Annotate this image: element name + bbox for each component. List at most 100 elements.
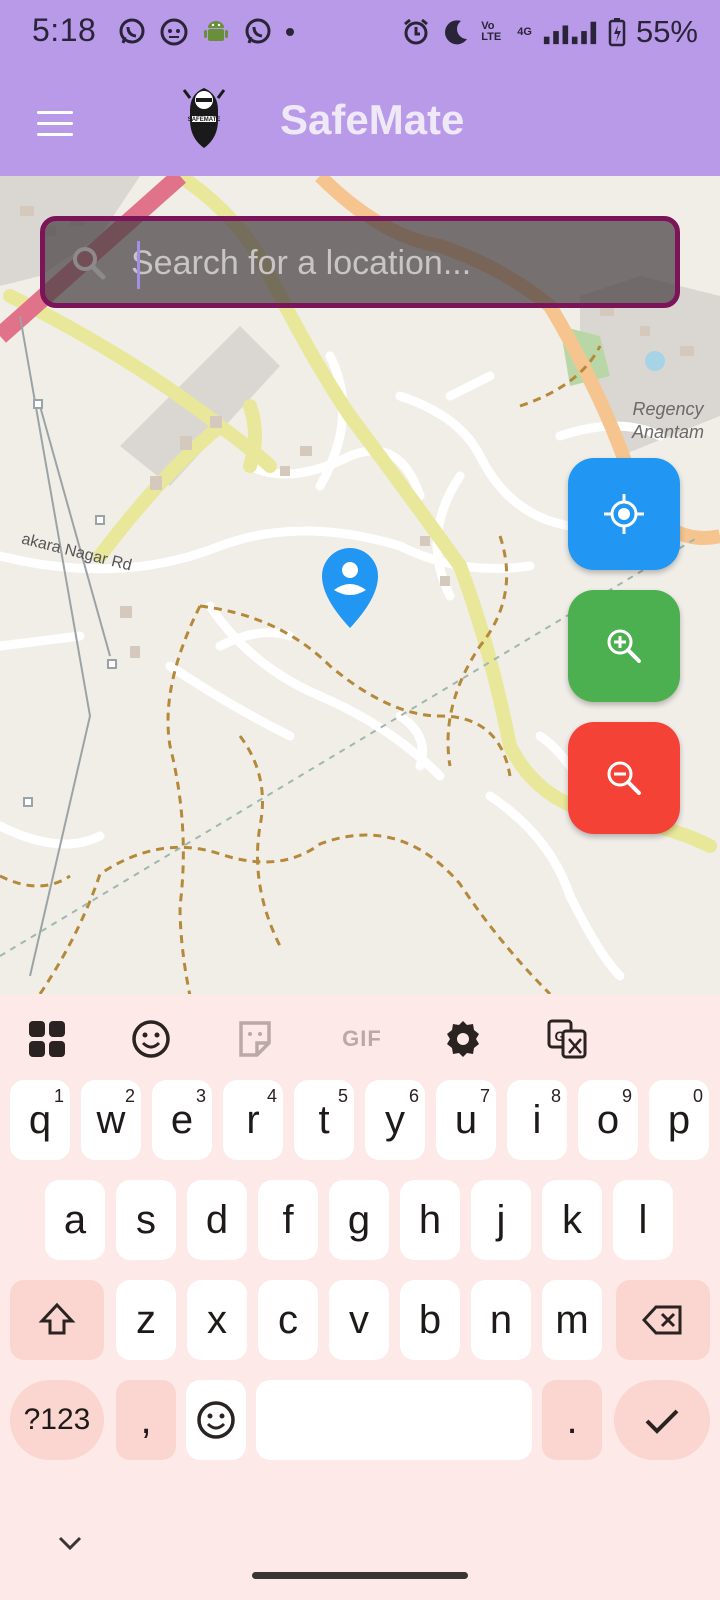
- key-m[interactable]: m: [542, 1280, 602, 1360]
- system-icons: Vo LTE 4G 55%: [401, 14, 698, 50]
- my-location-button[interactable]: [568, 458, 680, 570]
- key-u[interactable]: u7: [436, 1080, 496, 1160]
- game-controller-icon: [160, 18, 188, 46]
- key-n[interactable]: n: [471, 1280, 531, 1360]
- hamburger-menu-icon[interactable]: [30, 98, 80, 148]
- settings-gear-icon[interactable]: [438, 1014, 488, 1064]
- search-box[interactable]: [40, 216, 680, 308]
- key-o[interactable]: o9: [578, 1080, 638, 1160]
- enter-key[interactable]: [614, 1380, 710, 1460]
- key-label: p: [667, 1097, 691, 1142]
- key-x[interactable]: x: [187, 1280, 247, 1360]
- notification-icons: [116, 16, 296, 48]
- comma-key[interactable]: ,: [116, 1380, 176, 1460]
- alarm-icon: [404, 18, 429, 45]
- key-hint: 7: [479, 1086, 490, 1106]
- key-e[interactable]: e3: [152, 1080, 212, 1160]
- battery-icon: [608, 18, 626, 47]
- key-label: u: [454, 1097, 478, 1142]
- status-time: 5:18: [32, 12, 97, 48]
- key-g[interactable]: g: [329, 1180, 389, 1260]
- checkmark-icon: [645, 1409, 679, 1434]
- keyboard-toolbar: GIF G: [0, 994, 720, 1080]
- do-not-disturb-moon-icon: [445, 20, 468, 45]
- zoom-in-button[interactable]: [568, 590, 680, 702]
- soft-keyboard: GIF G ?123 , . q1w2e3r4t5y6u7i8o9p0asdfg…: [0, 994, 720, 1600]
- key-j[interactable]: j: [471, 1180, 531, 1260]
- zoom-out-button[interactable]: [568, 722, 680, 834]
- app-title: SafeMate: [280, 96, 465, 143]
- signal-icon: [543, 21, 597, 45]
- logo-text: SAFEMATE: [188, 117, 221, 123]
- my-location-icon: [604, 494, 644, 534]
- key-t[interactable]: t5: [294, 1080, 354, 1160]
- key-hint: 1: [53, 1086, 64, 1106]
- map-view[interactable]: Regency Anantam akara Nagar Rd: [0, 176, 720, 994]
- key-hint: 9: [621, 1086, 632, 1106]
- chevron-down-icon[interactable]: [56, 1534, 84, 1552]
- key-hint: 8: [550, 1086, 561, 1106]
- space-key[interactable]: [256, 1380, 532, 1460]
- network-type: 4G: [517, 25, 532, 38]
- key-w[interactable]: w2: [81, 1080, 141, 1160]
- apps-grid-icon[interactable]: [22, 1014, 72, 1064]
- translate-icon[interactable]: G: [542, 1014, 592, 1064]
- key-h[interactable]: h: [400, 1180, 460, 1260]
- key-label: o: [596, 1097, 620, 1142]
- battery-percentage: 55%: [635, 14, 698, 49]
- shift-key[interactable]: [10, 1280, 104, 1360]
- key-label: q: [28, 1097, 52, 1142]
- key-s[interactable]: s: [116, 1180, 176, 1260]
- sticker-icon[interactable]: [230, 1014, 280, 1064]
- key-hint: 4: [266, 1086, 277, 1106]
- key-d[interactable]: d: [187, 1180, 247, 1260]
- key-q[interactable]: q1: [10, 1080, 70, 1160]
- key-hint: 2: [124, 1086, 135, 1106]
- whatsapp-icon: [119, 18, 145, 44]
- key-hint: 6: [408, 1086, 419, 1106]
- android-icon: [204, 21, 228, 41]
- search-input[interactable]: [131, 235, 651, 291]
- safemate-logo: SAFEMATE: [182, 88, 226, 148]
- key-r[interactable]: r4: [223, 1080, 283, 1160]
- key-hint: 5: [337, 1086, 348, 1106]
- key-f[interactable]: f: [258, 1180, 318, 1260]
- backspace-key[interactable]: [616, 1280, 710, 1360]
- key-b[interactable]: b: [400, 1280, 460, 1360]
- dot-icon: [286, 28, 294, 36]
- key-a[interactable]: a: [45, 1180, 105, 1260]
- user-location-pin-icon[interactable]: [320, 546, 380, 630]
- home-indicator[interactable]: [252, 1572, 468, 1579]
- key-label: e: [170, 1097, 194, 1142]
- svg-text:G: G: [555, 1028, 566, 1044]
- text-cursor: [137, 241, 140, 289]
- whatsapp-icon: [245, 18, 271, 44]
- key-y[interactable]: y6: [365, 1080, 425, 1160]
- zoom-in-icon: [607, 629, 641, 663]
- key-label: w: [96, 1097, 126, 1142]
- key-c[interactable]: c: [258, 1280, 318, 1360]
- key-label: y: [385, 1097, 405, 1142]
- gif-icon[interactable]: GIF: [334, 1014, 390, 1064]
- status-bar: 5:18 Vo LTE 4G 55%: [0, 0, 720, 68]
- emoji-key[interactable]: [186, 1380, 246, 1460]
- key-label: r: [246, 1097, 260, 1142]
- key-i[interactable]: i8: [507, 1080, 567, 1160]
- key-k[interactable]: k: [542, 1180, 602, 1260]
- key-hint: 3: [195, 1086, 206, 1106]
- zoom-out-icon: [607, 761, 641, 795]
- app-bar: SAFEMATE SafeMate: [0, 68, 720, 176]
- emoji-icon[interactable]: [126, 1014, 176, 1064]
- key-label: t: [318, 1097, 330, 1142]
- volte-text: Vo LTE: [481, 20, 502, 43]
- period-key[interactable]: .: [542, 1380, 602, 1460]
- key-label: i: [532, 1097, 542, 1142]
- key-p[interactable]: p0: [649, 1080, 709, 1160]
- key-l[interactable]: l: [613, 1180, 673, 1260]
- search-icon: [73, 247, 106, 280]
- symbols-key[interactable]: ?123: [10, 1380, 104, 1460]
- key-z[interactable]: z: [116, 1280, 176, 1360]
- map-label-regency: Regency Anantam: [632, 399, 705, 442]
- key-hint: 0: [692, 1086, 703, 1106]
- key-v[interactable]: v: [329, 1280, 389, 1360]
